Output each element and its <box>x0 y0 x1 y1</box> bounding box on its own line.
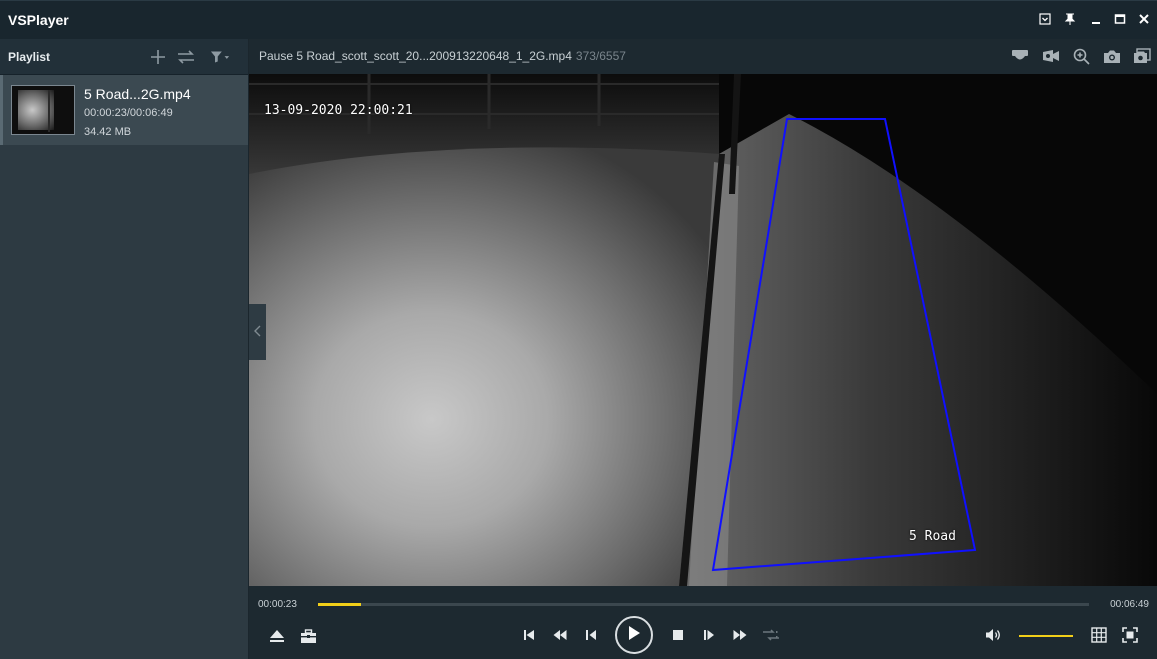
add-file-icon[interactable] <box>148 47 168 67</box>
playlist-header: Playlist <box>0 39 248 75</box>
title-bar: VSPlayer <box>0 0 1157 39</box>
frame-counter: 373/6557 <box>575 49 626 63</box>
playlist-item-time: 00:00:23/00:06:49 <box>84 107 173 119</box>
total-time: 00:06:49 <box>1110 599 1149 610</box>
slow-down-icon[interactable] <box>549 624 571 646</box>
fullscreen-icon[interactable] <box>1119 624 1141 646</box>
close-icon[interactable] <box>1135 9 1153 29</box>
filter-icon[interactable] <box>210 47 230 67</box>
playlist-item[interactable]: 5 Road...2G.mp4 00:00:23/00:06:49 34.42 … <box>0 75 248 145</box>
osd-camera-name: 5 Road <box>909 529 956 544</box>
stop-icon[interactable] <box>667 624 689 646</box>
play-icon <box>627 625 641 645</box>
status-file-label: Pause 5 Road_scott_scott_20...2009132206… <box>259 49 572 63</box>
playlist-item-size: 34.42 MB <box>84 126 132 138</box>
progress-fill <box>318 603 362 606</box>
eject-icon[interactable] <box>266 625 288 647</box>
playback-status: Pause 5 Road_scott_scott_20...2009132206… <box>259 49 626 63</box>
video-display[interactable]: 13-09-2020 22:00:21 5 Road <box>249 74 1157 586</box>
player-header: Pause 5 Road_scott_scott_20...2009132206… <box>249 39 1157 74</box>
pin-icon[interactable] <box>1061 9 1079 29</box>
video-frame <box>249 74 1157 586</box>
step-backward-icon[interactable] <box>580 624 602 646</box>
volume-slider[interactable] <box>1019 635 1073 637</box>
step-forward-icon[interactable] <box>698 624 720 646</box>
minimize-icon[interactable] <box>1087 9 1105 29</box>
camera-mount-icon[interactable] <box>1010 46 1030 66</box>
split-screen-icon[interactable] <box>1088 624 1110 646</box>
chevron-left-icon <box>253 324 262 340</box>
maximize-icon[interactable] <box>1111 9 1129 29</box>
osd-timestamp: 13-09-2020 22:00:21 <box>264 103 413 118</box>
zoom-in-icon[interactable] <box>1071 46 1091 66</box>
progress-slider[interactable] <box>318 603 1089 606</box>
playlist-item-name: 5 Road...2G.mp4 <box>84 86 191 102</box>
play-button[interactable] <box>615 616 653 654</box>
frame-mode-icon[interactable] <box>760 624 782 646</box>
toolbox-icon[interactable] <box>297 625 319 647</box>
minimode-icon[interactable] <box>1036 9 1054 29</box>
current-time: 00:00:23 <box>258 599 297 610</box>
playlist-panel: Playlist 5 Road...2G.mp4 00:00:23/00:06:… <box>0 39 248 659</box>
play-mode-icon[interactable] <box>176 47 196 67</box>
playback-controls: 00:00:23 00:06:49 <box>249 586 1157 659</box>
video-enhance-icon[interactable] <box>1041 46 1061 66</box>
batch-snapshot-icon[interactable] <box>1132 46 1152 66</box>
volume-icon[interactable] <box>982 624 1004 646</box>
collapse-sidebar-button[interactable] <box>249 304 266 360</box>
speed-up-icon[interactable] <box>729 624 751 646</box>
app-title: VSPlayer <box>8 12 69 28</box>
playlist-title: Playlist <box>8 50 51 64</box>
video-thumbnail <box>11 85 75 135</box>
snapshot-icon[interactable] <box>1102 46 1122 66</box>
previous-file-icon[interactable] <box>518 624 540 646</box>
